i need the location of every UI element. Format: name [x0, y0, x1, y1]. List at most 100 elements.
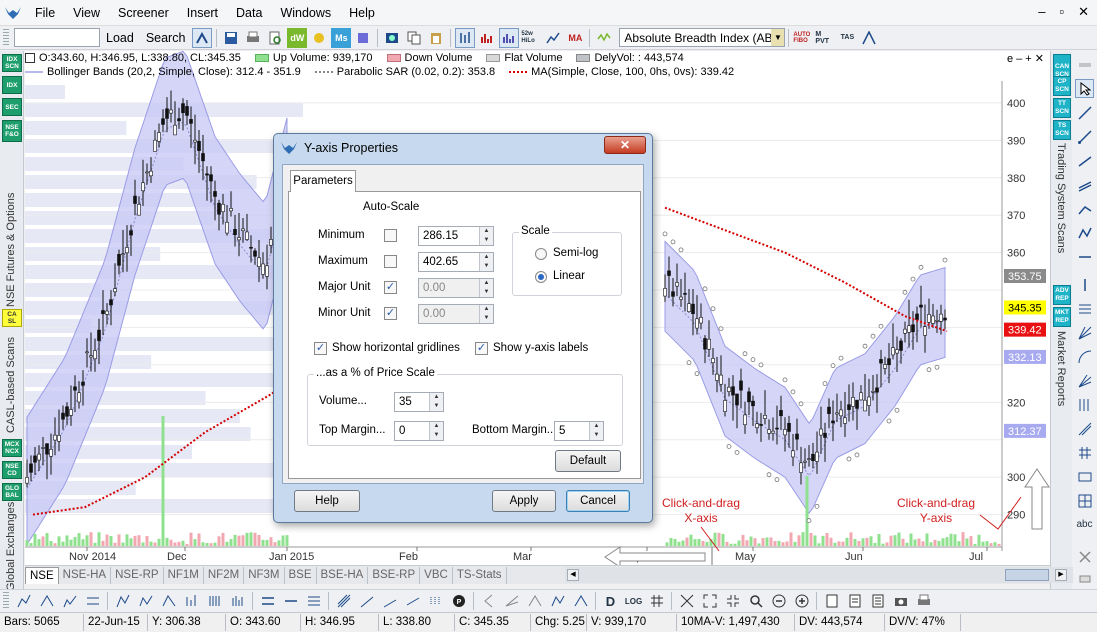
52w-hilo-icon[interactable]: 52w HiLo: [521, 28, 541, 48]
sidebar-section-market-reports[interactable]: Market Reports: [1055, 331, 1067, 421]
print-preview-icon[interactable]: [265, 28, 285, 48]
dely-volume-icon[interactable]: [499, 27, 520, 48]
eraser-icon[interactable]: [1075, 569, 1094, 588]
scroll-left-icon[interactable]: ◀: [567, 569, 579, 581]
tab-nse-rp[interactable]: NSE-RP: [111, 567, 164, 584]
app-logo-icon[interactable]: [0, 0, 26, 26]
indicator-select[interactable]: Absolute Breadth Index (ABI ▼: [619, 28, 786, 47]
bar-grid-icon[interactable]: [205, 592, 224, 611]
mcx-ncx-button[interactable]: MCX NCX: [2, 439, 22, 457]
copy-icon[interactable]: [404, 28, 424, 48]
menu-screener[interactable]: Screener: [109, 0, 178, 26]
menu-file[interactable]: File: [26, 0, 64, 26]
download-icon[interactable]: dW: [287, 27, 308, 48]
rectangle-tool-icon[interactable]: [1075, 467, 1094, 486]
paste-icon[interactable]: [426, 28, 446, 48]
plugin-icon[interactable]: [309, 28, 329, 48]
scroll-right-icon[interactable]: ▶: [1055, 569, 1067, 581]
apply-button[interactable]: Apply: [492, 490, 556, 512]
bottom-margin-input[interactable]: 5 ▲ ▼: [554, 421, 604, 441]
channel-tool-icon[interactable]: [1075, 175, 1094, 194]
line-tool-icon[interactable]: [1075, 103, 1094, 122]
major-unit-auto-checkbox[interactable]: ✓: [384, 281, 397, 294]
wave-tool-3-icon[interactable]: [159, 592, 178, 611]
zoom-out-icon[interactable]: [769, 592, 788, 611]
ms-export-icon[interactable]: Ms: [331, 27, 352, 48]
menu-data[interactable]: Data: [227, 0, 271, 26]
tab-nf2m[interactable]: NF2M: [204, 567, 245, 584]
x-axis-drag-handle[interactable]: [604, 546, 713, 565]
abc-pattern-icon[interactable]: [571, 592, 590, 611]
symbol-input[interactable]: [14, 28, 100, 47]
y-axis-drag-handle[interactable]: [1024, 468, 1050, 530]
text-tool-icon[interactable]: abc: [1075, 515, 1094, 534]
zoom-icon[interactable]: [746, 592, 765, 611]
show-gridlines-label[interactable]: Show horizontal gridlines: [332, 342, 460, 354]
fib-tool-icon[interactable]: [1075, 299, 1094, 318]
delete-drawing-icon[interactable]: [1075, 547, 1094, 566]
gann-tool-icon[interactable]: [1075, 323, 1094, 342]
show-labels-checkbox[interactable]: ✓: [475, 342, 488, 355]
menu-help[interactable]: Help: [340, 0, 384, 26]
level-line-icon[interactable]: [258, 592, 277, 611]
alerts-icon[interactable]: [868, 592, 887, 611]
ts-scn-button[interactable]: TS SCN: [1053, 120, 1071, 140]
dialog-close-button[interactable]: ✕: [604, 136, 646, 154]
tab-nse-ha[interactable]: NSE-HA: [59, 567, 112, 584]
camera-icon[interactable]: [891, 592, 910, 611]
elliott-123-icon[interactable]: [60, 592, 79, 611]
tt-scn-button[interactable]: TT SCN: [1053, 98, 1071, 118]
restore-icon[interactable]: ▫: [1059, 4, 1064, 20]
search-button[interactable]: Search: [140, 31, 192, 45]
print-icon[interactable]: [243, 28, 263, 48]
show-gridlines-checkbox[interactable]: ✓: [314, 342, 327, 355]
pitchfork-4-icon[interactable]: [403, 592, 422, 611]
bar-grid-2-icon[interactable]: [228, 592, 247, 611]
print-chart-icon[interactable]: [914, 592, 933, 611]
pointer-icon[interactable]: [1075, 79, 1094, 98]
save-icon[interactable]: [221, 28, 241, 48]
linear-radio[interactable]: [535, 271, 547, 283]
top-margin-stepper[interactable]: ▲ ▼: [429, 422, 443, 440]
sidebar-section-nse-fo[interactable]: NSE Futures & Options: [5, 147, 17, 307]
pitchfork-3-icon[interactable]: [380, 592, 399, 611]
link-chart-icon[interactable]: [192, 27, 213, 48]
tab-nf1m[interactable]: NF1M: [164, 567, 204, 584]
notes-2-icon[interactable]: [845, 592, 864, 611]
minor-unit-input[interactable]: 0.00 ▲ ▼: [418, 304, 494, 324]
minimum-auto-checkbox[interactable]: [384, 229, 397, 242]
linear-label[interactable]: Linear: [553, 270, 585, 282]
tab-vbc[interactable]: VBC: [420, 567, 453, 584]
auto-fibo-icon[interactable]: AUTO FIBO: [793, 28, 813, 48]
pitchfork-2-icon[interactable]: [357, 592, 376, 611]
m-pvt-icon[interactable]: M PVT: [815, 28, 835, 48]
volume-input[interactable]: 35 ▲ ▼: [394, 392, 444, 412]
scroll-thumb[interactable]: [1005, 569, 1049, 581]
trend-icon[interactable]: [543, 28, 563, 48]
puzzle-icon[interactable]: [353, 28, 373, 48]
x-axis-labels[interactable]: Nov 2014DecJan 2015FebMarAprMayJunJul: [69, 547, 988, 563]
sidebar-section-trading-systems[interactable]: Trading System Scans: [1055, 143, 1067, 273]
level-line-2-icon[interactable]: [281, 592, 300, 611]
ma-icon[interactable]: MA: [565, 28, 585, 48]
log-scale-icon[interactable]: LOG: [624, 592, 643, 611]
tab-nse[interactable]: NSE: [25, 567, 59, 584]
bottom-margin-stepper[interactable]: ▲ ▼: [589, 422, 603, 440]
chart-123-icon[interactable]: [14, 592, 33, 611]
maximum-stepper[interactable]: ▲ ▼: [479, 253, 493, 271]
bar-chart-type-icon[interactable]: [455, 27, 476, 48]
minor-unit-stepper[interactable]: ▲ ▼: [479, 305, 493, 323]
vertical-line-icon[interactable]: [1075, 275, 1094, 294]
pvt-tool-icon[interactable]: P: [449, 592, 468, 611]
fit-chart-icon[interactable]: [677, 592, 696, 611]
top-margin-input[interactable]: 0 ▲ ▼: [394, 421, 444, 441]
mkt-rep-button[interactable]: MKT REP: [1053, 307, 1071, 327]
fib-035-icon[interactable]: [83, 592, 102, 611]
idx-button[interactable]: IDX: [2, 76, 22, 94]
grid-square-tool-icon[interactable]: [1075, 491, 1094, 510]
tab-parameters[interactable]: Parameters: [290, 170, 356, 192]
nse-fo-button[interactable]: NSE F&O: [2, 120, 22, 142]
semi-log-label[interactable]: Semi-log: [553, 247, 598, 259]
cp-scn-button[interactable]: CP SCN: [1053, 76, 1071, 96]
wave-tool-2-icon[interactable]: [136, 592, 155, 611]
